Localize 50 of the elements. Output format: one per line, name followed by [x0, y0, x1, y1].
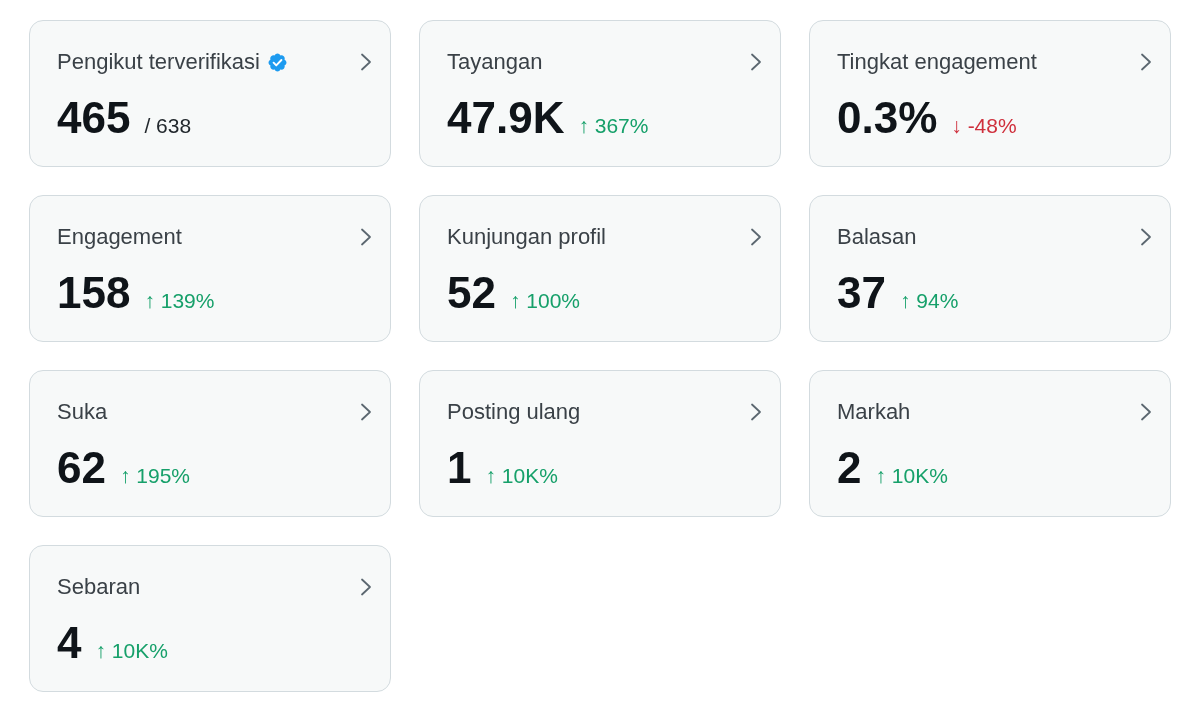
metric-change: ↑ 10K%: [875, 463, 948, 489]
metric-card[interactable]: Engagement 158 ↑ 139%: [29, 195, 391, 342]
metric-label: Tingkat engagement: [837, 48, 1037, 76]
chevron-right-icon: [750, 228, 762, 246]
metric-card[interactable]: Markah 2 ↑ 10K%: [809, 370, 1171, 517]
metric-card[interactable]: Suka 62 ↑ 195%: [29, 370, 391, 517]
metric-label: Tayangan: [447, 48, 543, 76]
metric-change: ↑ 94%: [899, 288, 959, 314]
metric-change: ↑ 10K%: [485, 463, 558, 489]
metric-value: 465: [57, 92, 131, 144]
chevron-right-icon: [1140, 403, 1152, 421]
metric-change: ↑ 100%: [509, 288, 580, 314]
metric-card[interactable]: Tayangan 47.9K ↑ 367%: [419, 20, 781, 167]
metric-value: 0.3%: [837, 92, 938, 144]
metric-value: 62: [57, 442, 106, 494]
metric-card[interactable]: Balasan 37 ↑ 94%: [809, 195, 1171, 342]
metric-change: ↑ 195%: [119, 463, 190, 489]
metric-value: 158: [57, 267, 131, 319]
metric-value: 52: [447, 267, 496, 319]
metric-value: 47.9K: [447, 92, 565, 144]
metric-card[interactable]: Pengikut terverifikasi 465 / 638: [29, 20, 391, 167]
metric-card[interactable]: Posting ulang 1 ↑ 10K%: [419, 370, 781, 517]
chevron-right-icon: [360, 578, 372, 596]
metric-change: ↑ 367%: [578, 113, 649, 139]
chevron-right-icon: [750, 403, 762, 421]
chevron-right-icon: [750, 53, 762, 71]
metric-total: / 638: [144, 113, 192, 139]
metric-value: 37: [837, 267, 886, 319]
metric-value: 4: [57, 617, 82, 669]
metric-label: Kunjungan profil: [447, 223, 606, 251]
chevron-right-icon: [360, 403, 372, 421]
chevron-right-icon: [1140, 53, 1152, 71]
metric-label: Pengikut terverifikasi: [57, 48, 260, 76]
metric-label: Balasan: [837, 223, 917, 251]
metric-change: ↓ -48%: [951, 113, 1017, 139]
metric-card[interactable]: Kunjungan profil 52 ↑ 100%: [419, 195, 781, 342]
metric-value: 2: [837, 442, 862, 494]
metric-card[interactable]: Sebaran 4 ↑ 10K%: [29, 545, 391, 692]
chevron-right-icon: [360, 228, 372, 246]
metric-label: Markah: [837, 398, 911, 426]
metric-change: ↑ 139%: [144, 288, 215, 314]
metric-label: Engagement: [57, 223, 182, 251]
metric-change: ↑ 10K%: [95, 638, 168, 664]
metric-value: 1: [447, 442, 472, 494]
metric-card[interactable]: Tingkat engagement 0.3% ↓ -48%: [809, 20, 1171, 167]
metric-label: Sebaran: [57, 573, 141, 601]
metric-label: Suka: [57, 398, 108, 426]
chevron-right-icon: [1140, 228, 1152, 246]
metric-label: Posting ulang: [447, 398, 581, 426]
chevron-right-icon: [360, 53, 372, 71]
